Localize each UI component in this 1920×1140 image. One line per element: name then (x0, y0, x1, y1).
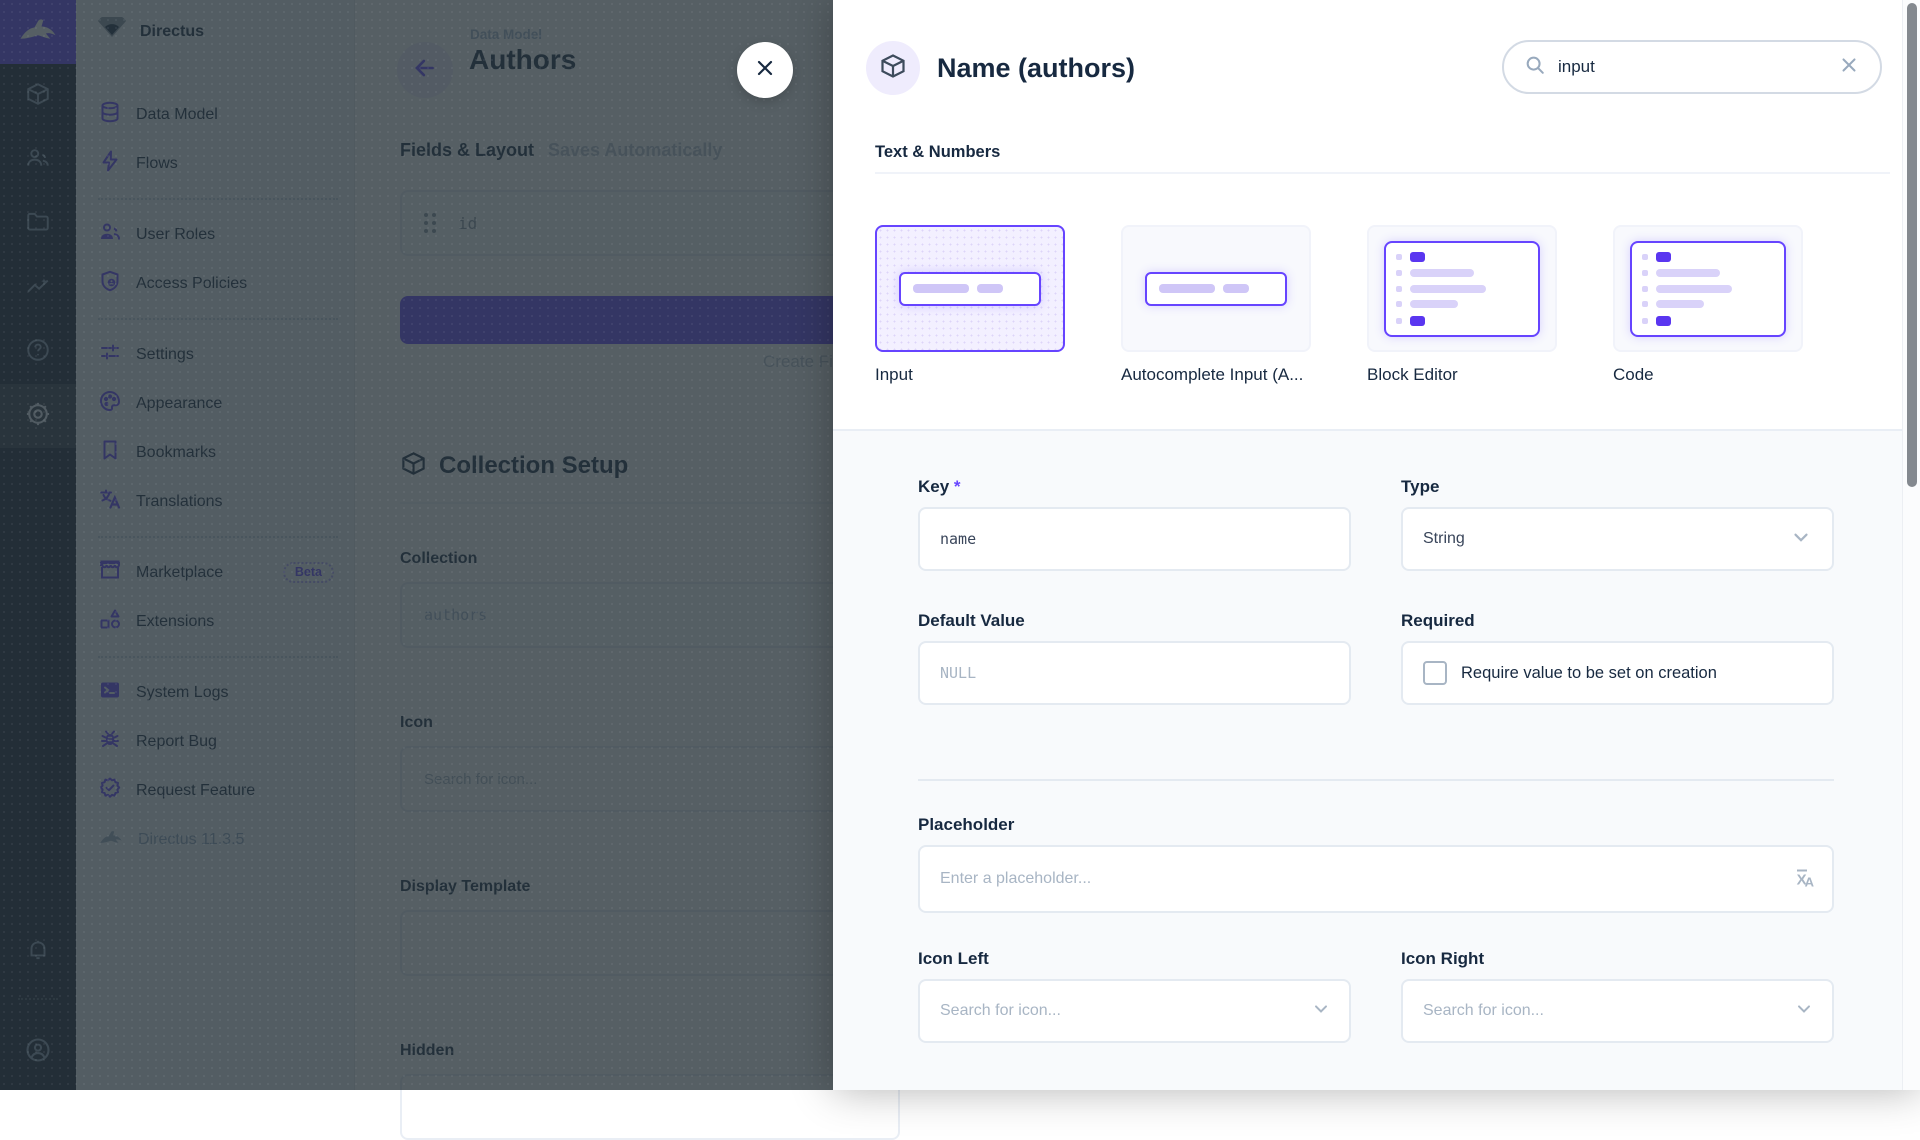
interface-option-input[interactable]: Input (875, 225, 1065, 385)
editor-preview (1384, 241, 1540, 337)
type-select-value: String (1423, 530, 1465, 548)
key-label: Key * (918, 477, 1351, 497)
drawer-title: Name (authors) (937, 53, 1135, 84)
interface-option-block-editor[interactable]: Block Editor (1367, 225, 1557, 385)
placeholder-input[interactable] (918, 845, 1834, 913)
icon-left-input[interactable] (918, 979, 1351, 1043)
interface-option-code[interactable]: Code (1613, 225, 1803, 385)
default-value-input[interactable] (918, 641, 1351, 705)
icon-right-label: Icon Right (1401, 949, 1834, 969)
type-label: Type (1401, 477, 1834, 497)
interface-option-autocomplete[interactable]: Autocomplete Input (A... (1121, 225, 1311, 385)
interface-card (1121, 225, 1311, 352)
type-select[interactable]: String (1401, 507, 1834, 571)
interface-card (1613, 225, 1803, 352)
search-input[interactable] (1558, 57, 1826, 77)
required-checkbox[interactable] (1423, 661, 1447, 685)
scrollbar-track[interactable] (1902, 0, 1920, 1090)
interface-card-label: Input (875, 365, 1065, 385)
icon-left-label: Icon Left (918, 949, 1351, 969)
chevron-down-icon (1790, 526, 1812, 553)
interface-card-label: Autocomplete Input (A... (1121, 365, 1311, 385)
default-value-label: Default Value (918, 611, 1351, 631)
input-preview (899, 272, 1041, 306)
search-icon (1524, 54, 1546, 81)
close-icon (753, 56, 777, 85)
interface-options-form: Key * Type String Default Value Required (833, 429, 1920, 1090)
translate-icon[interactable]: XA (1797, 870, 1814, 889)
required-checkbox-label: Require value to be set on creation (1461, 664, 1717, 683)
interface-card (875, 225, 1065, 352)
interface-card-label: Block Editor (1367, 365, 1557, 385)
interface-card (1367, 225, 1557, 352)
group-divider (875, 172, 1890, 174)
interface-group-title: Text & Numbers (875, 143, 1000, 162)
interface-search[interactable] (1502, 40, 1882, 94)
drawer-icon-circle (866, 41, 920, 95)
interface-card-label: Code (1613, 365, 1803, 385)
modal-overlay[interactable] (0, 0, 833, 1090)
box-icon (879, 52, 907, 85)
editor-preview (1630, 241, 1786, 337)
scrollbar-thumb[interactable] (1907, 3, 1917, 487)
key-input[interactable] (918, 507, 1351, 571)
chevron-down-icon[interactable] (1794, 999, 1814, 1024)
chevron-down-icon[interactable] (1311, 999, 1331, 1024)
required-label: Required (1401, 611, 1834, 631)
clear-search-icon[interactable] (1838, 54, 1860, 81)
interface-drawer: Name (authors) Text & Numbers Input Auto… (833, 0, 1920, 1090)
icon-right-input[interactable] (1401, 979, 1834, 1043)
placeholder-label: Placeholder (918, 815, 1834, 835)
input-preview (1145, 272, 1287, 306)
required-asterisk: * (954, 477, 961, 496)
required-checkbox-row: Require value to be set on creation (1401, 641, 1834, 705)
form-divider (918, 779, 1834, 781)
close-drawer-button[interactable] (737, 42, 793, 98)
